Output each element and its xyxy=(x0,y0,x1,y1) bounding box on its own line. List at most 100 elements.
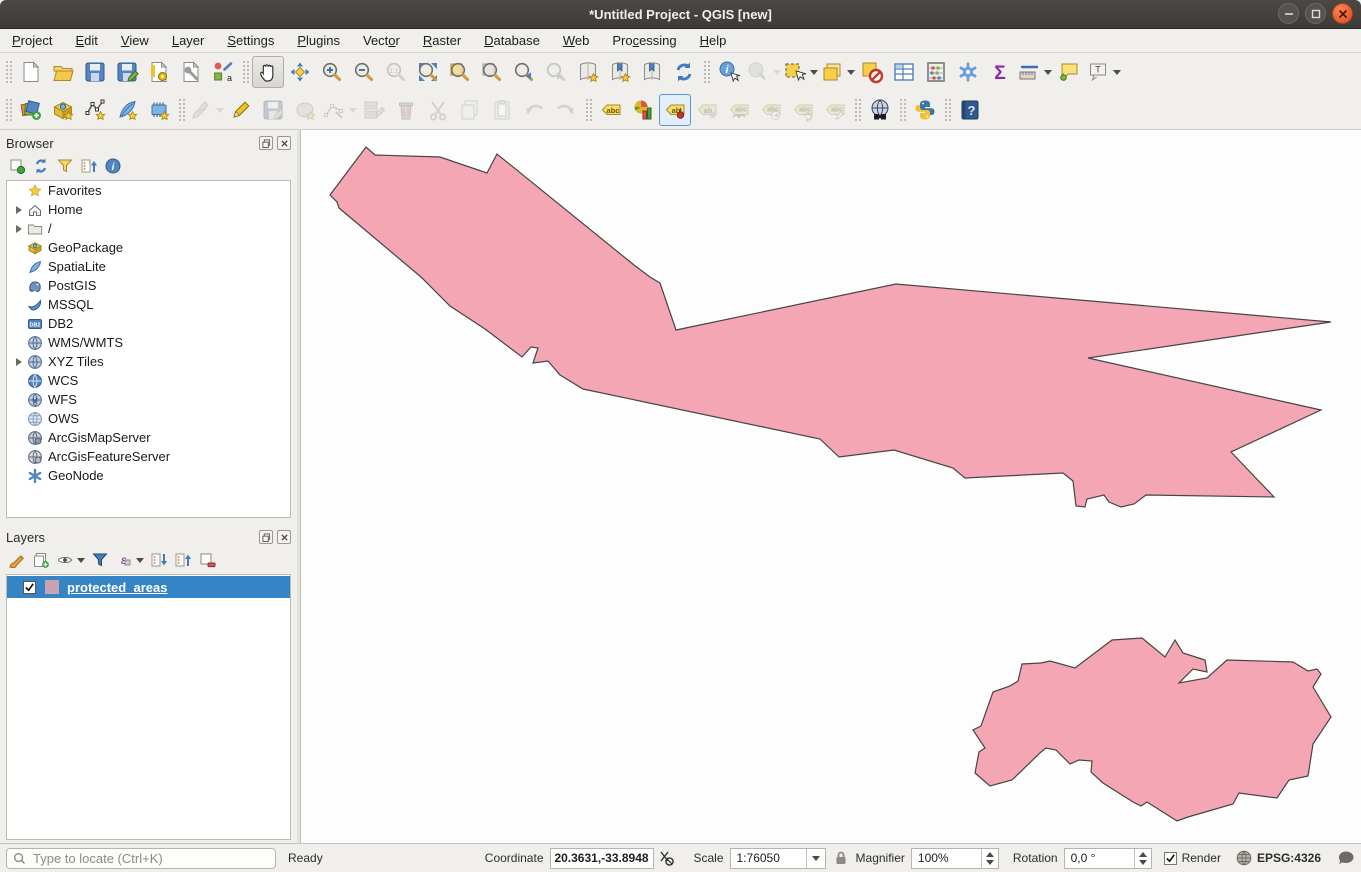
new-virtual-layer-button[interactable] xyxy=(143,94,175,126)
open-attribute-table-button[interactable] xyxy=(888,56,920,88)
collapse-all-icon[interactable] xyxy=(80,157,98,175)
browser-item-arcgismapserver[interactable]: ArcGisMapServer xyxy=(7,428,290,447)
menu-settings[interactable]: Settings xyxy=(227,33,274,48)
add-group-icon[interactable] xyxy=(32,551,50,569)
zoom-last-button[interactable] xyxy=(508,56,540,88)
menu-view[interactable]: View xyxy=(121,33,149,48)
new-bookmark-button[interactable] xyxy=(572,56,604,88)
menu-project[interactable]: Project xyxy=(12,33,52,48)
toolbar-handle[interactable] xyxy=(703,60,710,84)
filter-browser-icon[interactable] xyxy=(56,157,74,175)
protected-area-polygon-1[interactable] xyxy=(330,147,1331,507)
layer-labeling-button[interactable]: abc xyxy=(595,94,627,126)
metasearch-button[interactable] xyxy=(864,94,896,126)
layers-float-button[interactable] xyxy=(259,530,273,544)
field-calculator-button[interactable] xyxy=(920,56,952,88)
measure-button[interactable] xyxy=(1016,56,1053,88)
minimize-button[interactable] xyxy=(1278,3,1299,24)
close-button[interactable] xyxy=(1332,3,1353,24)
dropdown-arrow[interactable] xyxy=(847,70,855,75)
layer-diagram-button[interactable] xyxy=(627,94,659,126)
menu-vector[interactable]: Vector xyxy=(363,33,400,48)
filter-legend-icon[interactable] xyxy=(91,551,109,569)
render-checkbox[interactable] xyxy=(1164,852,1177,865)
python-console-button[interactable] xyxy=(909,94,941,126)
text-annotation-button[interactable]: T xyxy=(1085,56,1122,88)
locator-box[interactable] xyxy=(6,848,276,869)
toolbar-handle[interactable] xyxy=(854,98,861,122)
style-manager-button[interactable]: a xyxy=(207,56,239,88)
browser-item-arcgisfeatureserver[interactable]: ArcGisFeatureServer xyxy=(7,447,290,466)
new-project-button[interactable] xyxy=(15,56,47,88)
toolbar-handle[interactable] xyxy=(944,98,951,122)
refresh-button[interactable] xyxy=(668,56,700,88)
zoom-to-layer-button[interactable] xyxy=(476,56,508,88)
filter-by-expression-button[interactable]: ε xyxy=(115,551,144,569)
browser-item-mssql[interactable]: MSSQL xyxy=(7,295,290,314)
browser-close-button[interactable] xyxy=(277,136,291,150)
locator-input[interactable] xyxy=(31,850,251,867)
map-tips-button[interactable] xyxy=(1053,56,1085,88)
expand-arrow-icon[interactable] xyxy=(13,206,25,214)
browser-item-postgis[interactable]: PostGIS xyxy=(7,276,290,295)
zoom-out-button[interactable] xyxy=(348,56,380,88)
messages-icon[interactable] xyxy=(1337,849,1355,867)
save-project-as-button[interactable] xyxy=(111,56,143,88)
expand-arrow-icon[interactable] xyxy=(13,225,25,233)
dropdown-arrow[interactable] xyxy=(1113,70,1121,75)
toggle-extents-icon[interactable] xyxy=(658,849,676,867)
statistical-summary-button[interactable]: Σ xyxy=(984,56,1016,88)
properties-icon[interactable]: i xyxy=(104,157,122,175)
highlight-pinned-labels-button[interactable]: ab xyxy=(659,94,691,126)
collapse-all-icon[interactable] xyxy=(174,551,192,569)
toggle-editing-button[interactable] xyxy=(225,94,257,126)
layers-close-button[interactable] xyxy=(277,530,291,544)
protected-area-polygon-2[interactable] xyxy=(973,638,1331,821)
combo-dropdown-icon[interactable] xyxy=(806,849,825,868)
select-features-button[interactable] xyxy=(782,56,819,88)
zoom-full-button[interactable] xyxy=(412,56,444,88)
bookmark-manager-button[interactable] xyxy=(636,56,668,88)
rotation-spinbox[interactable]: 0,0 ° xyxy=(1064,848,1152,869)
browser-item-geonode[interactable]: GeoNode xyxy=(7,466,290,485)
new-geopackage-layer-button[interactable] xyxy=(47,94,79,126)
refresh-browser-icon[interactable] xyxy=(32,157,50,175)
manage-map-themes-button[interactable] xyxy=(56,551,85,569)
lock-scale-icon[interactable] xyxy=(832,849,850,867)
menu-edit[interactable]: Edit xyxy=(75,33,97,48)
browser-item-home[interactable]: Home xyxy=(7,200,290,219)
expand-arrow-icon[interactable] xyxy=(13,358,25,366)
layer-styling-icon[interactable] xyxy=(8,551,26,569)
toolbar-handle[interactable] xyxy=(242,60,249,84)
zoom-to-selection-button[interactable] xyxy=(444,56,476,88)
identify-features-button[interactable]: i xyxy=(713,56,745,88)
browser-item-root[interactable]: / xyxy=(7,219,290,238)
browser-item-geopackage[interactable]: GeoPackage xyxy=(7,238,290,257)
spin-arrows[interactable] xyxy=(1134,849,1151,868)
menu-raster[interactable]: Raster xyxy=(423,33,461,48)
new-shapefile-layer-button[interactable] xyxy=(79,94,111,126)
browser-item-xyz[interactable]: XYZ Tiles xyxy=(7,352,290,371)
processing-toolbox-button[interactable] xyxy=(952,56,984,88)
browser-item-db2[interactable]: DB2DB2 xyxy=(7,314,290,333)
layer-visibility-checkbox[interactable] xyxy=(23,581,36,594)
toolbar-handle[interactable] xyxy=(5,60,12,84)
data-source-manager-button[interactable] xyxy=(15,94,47,126)
dropdown-arrow[interactable] xyxy=(810,70,818,75)
expand-all-icon[interactable] xyxy=(150,551,168,569)
add-selected-layers-icon[interactable] xyxy=(8,157,26,175)
menu-help[interactable]: Help xyxy=(700,33,727,48)
menu-database[interactable]: Database xyxy=(484,33,540,48)
new-spatialite-layer-button[interactable] xyxy=(111,94,143,126)
toolbar-handle[interactable] xyxy=(899,98,906,122)
maximize-button[interactable] xyxy=(1305,3,1326,24)
menu-processing[interactable]: Processing xyxy=(612,33,676,48)
save-project-button[interactable] xyxy=(79,56,111,88)
dropdown-arrow[interactable] xyxy=(1044,70,1052,75)
crs-label[interactable]: EPSG:4326 xyxy=(1257,851,1321,865)
browser-item-ows[interactable]: OWS xyxy=(7,409,290,428)
menu-plugins[interactable]: Plugins xyxy=(297,33,340,48)
scale-combo[interactable]: 1:76050 xyxy=(730,848,826,869)
select-by-value-button[interactable] xyxy=(819,56,856,88)
coordinate-input[interactable]: 20.3631,-33.8948 xyxy=(550,848,654,869)
